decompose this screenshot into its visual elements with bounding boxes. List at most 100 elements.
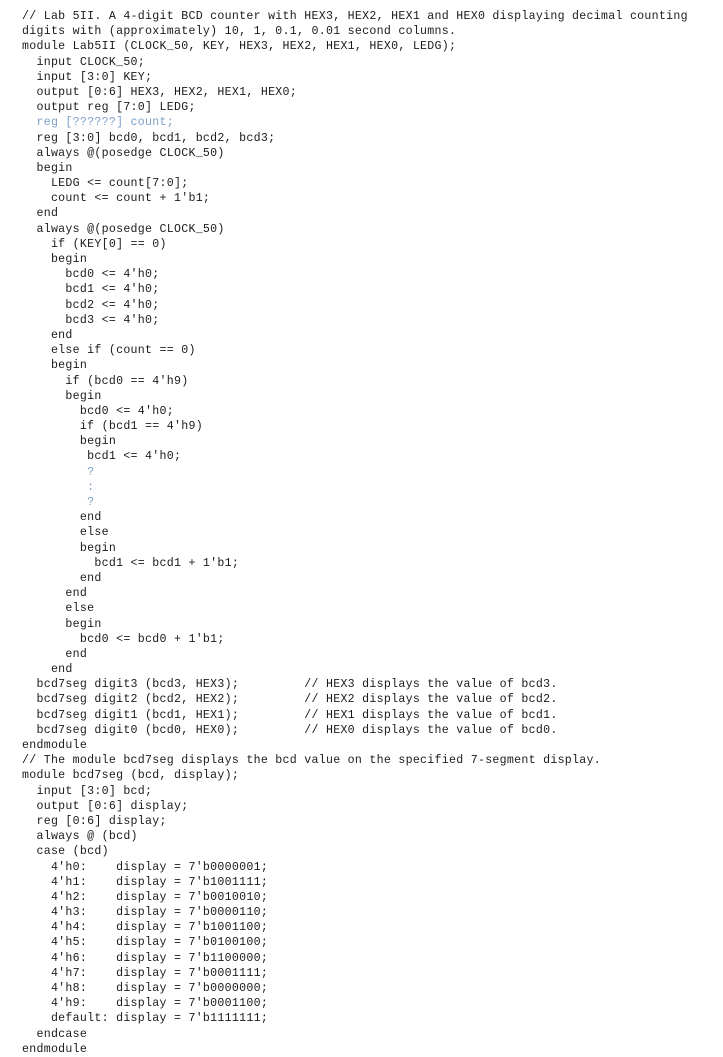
code-line[interactable]: begin: [0, 389, 723, 404]
code-line-text: endmodule: [22, 1042, 88, 1056]
code-line[interactable]: 4'h4: display = 7'b1001100;: [0, 920, 723, 935]
code-line[interactable]: bcd1 <= 4'h0;: [0, 282, 723, 297]
code-line[interactable]: begin: [0, 358, 723, 373]
code-line[interactable]: endmodule: [0, 738, 723, 753]
code-line-text: else if (count == 0): [22, 344, 196, 358]
code-line[interactable]: digits with (approximately) 10, 1, 0.1, …: [0, 24, 723, 39]
code-line-text: end: [22, 663, 73, 677]
code-line-text: digits with (approximately) 10, 1, 0.1, …: [22, 25, 457, 39]
code-line-text: 4'h9: display = 7'b0001100;: [22, 997, 269, 1011]
code-line[interactable]: else if (count == 0): [0, 343, 723, 358]
code-line[interactable]: ?: [0, 465, 723, 480]
code-line-text: bcd1 <= 4'h0;: [22, 450, 182, 464]
code-line[interactable]: bcd0 <= bcd0 + 1'b1;: [0, 632, 723, 647]
code-line[interactable]: end: [0, 571, 723, 586]
code-line[interactable]: module bcd7seg (bcd, display);: [0, 768, 723, 783]
code-line[interactable]: 4'h7: display = 7'b0001111;: [0, 966, 723, 981]
code-line-text: end: [22, 328, 73, 342]
code-line[interactable]: endmodule: [0, 1042, 723, 1057]
code-line-text: always @(posedge CLOCK_50): [22, 222, 225, 236]
code-line[interactable]: bcd0 <= 4'h0;: [0, 267, 723, 282]
code-line-text: begin: [22, 617, 102, 631]
code-line[interactable]: module Lab5II (CLOCK_50, KEY, HEX3, HEX2…: [0, 39, 723, 54]
code-line[interactable]: end: [0, 647, 723, 662]
code-line[interactable]: end: [0, 662, 723, 677]
code-line[interactable]: input [3:0] KEY;: [0, 70, 723, 85]
code-line[interactable]: always @(posedge CLOCK_50): [0, 222, 723, 237]
code-line[interactable]: reg [??????] count;: [0, 115, 723, 130]
code-line-text: if (bcd1 == 4'h9): [22, 420, 203, 434]
code-line[interactable]: end: [0, 586, 723, 601]
code-line[interactable]: reg [0:6] display;: [0, 814, 723, 829]
code-line[interactable]: if (bcd0 == 4'h9): [0, 374, 723, 389]
code-line-text: reg [0:6] display;: [22, 814, 167, 828]
code-line[interactable]: always @(posedge CLOCK_50): [0, 146, 723, 161]
code-line[interactable]: bcd0 <= 4'h0;: [0, 404, 723, 419]
code-line[interactable]: // The module bcd7seg displays the bcd v…: [0, 753, 723, 768]
code-line-text: end: [22, 571, 102, 585]
code-line[interactable]: :: [0, 480, 723, 495]
code-line-text: module bcd7seg (bcd, display);: [22, 769, 240, 783]
code-line-text: begin: [22, 435, 117, 449]
code-line-text: begin: [22, 359, 88, 373]
code-line[interactable]: 4'h3: display = 7'b0000110;: [0, 905, 723, 920]
code-line[interactable]: end: [0, 328, 723, 343]
code-line[interactable]: bcd7seg digit3 (bcd3, HEX3); // HEX3 dis…: [0, 677, 723, 692]
code-line[interactable]: end: [0, 206, 723, 221]
code-line[interactable]: 4'h6: display = 7'b1100000;: [0, 951, 723, 966]
code-line[interactable]: bcd1 <= 4'h0;: [0, 449, 723, 464]
code-line-text: 4'h4: display = 7'b1001100;: [22, 921, 269, 935]
code-line[interactable]: case (bcd): [0, 844, 723, 859]
code-line[interactable]: end: [0, 510, 723, 525]
code-line[interactable]: begin: [0, 541, 723, 556]
code-line[interactable]: begin: [0, 617, 723, 632]
code-line-text: ?: [22, 465, 95, 479]
code-line[interactable]: 4'h2: display = 7'b0010010;: [0, 890, 723, 905]
code-line[interactable]: else: [0, 601, 723, 616]
code-line-text: bcd0 <= 4'h0;: [22, 268, 160, 282]
code-line[interactable]: endcase: [0, 1027, 723, 1042]
code-line-text: end: [22, 207, 59, 221]
code-line-text: 4'h8: display = 7'b0000000;: [22, 982, 269, 995]
code-listing[interactable]: // Lab 5II. A 4-digit BCD counter with H…: [0, 9, 723, 1056]
code-line[interactable]: begin: [0, 434, 723, 449]
code-line[interactable]: bcd7seg digit2 (bcd2, HEX2); // HEX2 dis…: [0, 692, 723, 707]
code-line[interactable]: begin: [0, 161, 723, 176]
code-line-text: 4'h5: display = 7'b0100100;: [22, 936, 269, 950]
code-line[interactable]: 4'h9: display = 7'b0001100;: [0, 996, 723, 1011]
code-line[interactable]: if (KEY[0] == 0): [0, 237, 723, 252]
code-line[interactable]: output [0:6] HEX3, HEX2, HEX1, HEX0;: [0, 85, 723, 100]
code-line[interactable]: always @ (bcd): [0, 829, 723, 844]
code-line[interactable]: bcd7seg digit0 (bcd0, HEX0); // HEX0 dis…: [0, 723, 723, 738]
code-line[interactable]: 4'h0: display = 7'b0000001;: [0, 860, 723, 875]
code-line[interactable]: begin: [0, 252, 723, 267]
code-line[interactable]: 4'h1: display = 7'b1001111;: [0, 875, 723, 890]
code-line-text: 4'h2: display = 7'b0010010;: [22, 890, 269, 904]
code-line-text: always @ (bcd): [22, 830, 138, 844]
code-line[interactable]: bcd2 <= 4'h0;: [0, 298, 723, 313]
code-line[interactable]: bcd7seg digit1 (bcd1, HEX1); // HEX1 dis…: [0, 708, 723, 723]
code-line[interactable]: output [0:6] display;: [0, 799, 723, 814]
code-line[interactable]: input CLOCK_50;: [0, 55, 723, 70]
code-line[interactable]: // Lab 5II. A 4-digit BCD counter with H…: [0, 9, 723, 24]
code-line[interactable]: 4'h5: display = 7'b0100100;: [0, 935, 723, 950]
code-line[interactable]: 4'h8: display = 7'b0000000;: [0, 981, 723, 996]
code-line[interactable]: bcd1 <= bcd1 + 1'b1;: [0, 556, 723, 571]
code-line[interactable]: count <= count + 1'b1;: [0, 191, 723, 206]
code-line-text: bcd7seg digit0 (bcd0, HEX0); // HEX0 dis…: [22, 723, 558, 737]
code-line-text: 4'h6: display = 7'b1100000;: [22, 951, 269, 965]
code-line[interactable]: input [3:0] bcd;: [0, 784, 723, 799]
code-line[interactable]: output reg [7:0] LEDG;: [0, 100, 723, 115]
code-line[interactable]: reg [3:0] bcd0, bcd1, bcd2, bcd3;: [0, 131, 723, 146]
code-line[interactable]: LEDG <= count[7:0];: [0, 176, 723, 191]
code-line[interactable]: else: [0, 525, 723, 540]
code-line[interactable]: default: display = 7'b1111111;: [0, 1011, 723, 1026]
code-line[interactable]: bcd3 <= 4'h0;: [0, 313, 723, 328]
code-line[interactable]: if (bcd1 == 4'h9): [0, 419, 723, 434]
code-line-text: count <= count + 1'b1;: [22, 192, 211, 206]
code-line-text: // Lab 5II. A 4-digit BCD counter with H…: [22, 10, 688, 23]
code-line-text: input CLOCK_50;: [22, 55, 146, 69]
code-line-text: else: [22, 602, 95, 616]
code-line[interactable]: ?: [0, 495, 723, 510]
code-line-text: if (KEY[0] == 0): [22, 237, 167, 251]
